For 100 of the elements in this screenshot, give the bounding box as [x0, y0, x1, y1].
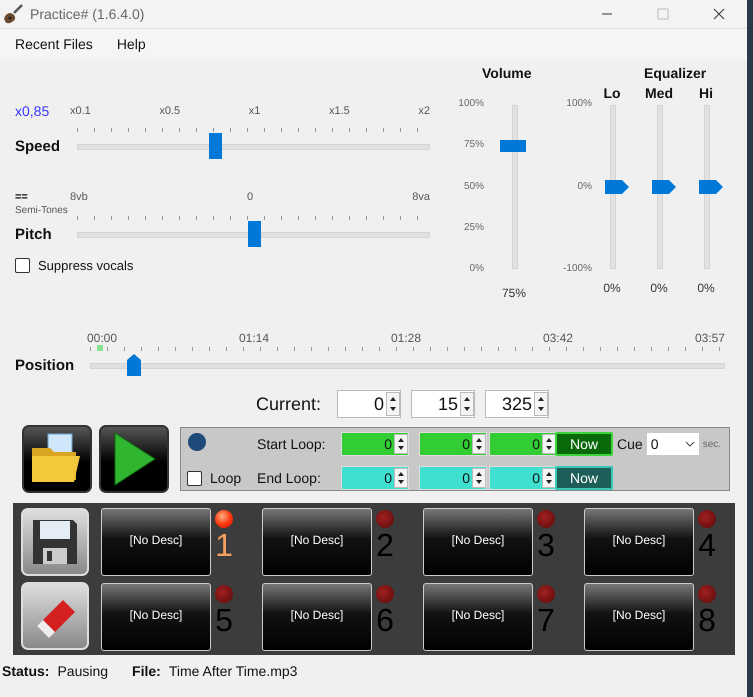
speed-value: x0,85: [15, 103, 50, 119]
slot-number: 2: [376, 528, 394, 564]
menu-item[interactable]: Recent Files: [15, 36, 93, 52]
checkbox[interactable]: [187, 470, 202, 486]
slider-thumb[interactable]: [127, 354, 142, 376]
close-icon[interactable]: [713, 8, 725, 20]
start-loop-label: Start Loop:: [257, 436, 326, 452]
scale-label: 100%: [565, 98, 592, 109]
memory-slot-button[interactable]: [No Desc]: [584, 583, 694, 651]
scale-label: 75%: [462, 139, 484, 150]
open-folder-button[interactable]: [22, 425, 92, 493]
number-field[interactable]: 0: [419, 432, 487, 456]
number-field[interactable]: 0: [419, 466, 487, 490]
status-label: Status:: [2, 663, 50, 679]
slot-number: 6: [376, 603, 394, 638]
spinner-arrows-icon[interactable]: [394, 434, 408, 454]
spinner-arrows-icon[interactable]: [542, 434, 556, 454]
tick-label: x1: [248, 105, 260, 117]
indicator-light-icon: [187, 432, 207, 452]
start-marker: [97, 345, 103, 351]
tick-label: 0: [246, 191, 254, 203]
file-label: File:: [132, 663, 161, 679]
spinner-arrows-icon[interactable]: [460, 392, 474, 416]
band-label: Med: [644, 85, 674, 101]
slider-thumb[interactable]: [699, 180, 723, 194]
slider-thumb[interactable]: [652, 180, 676, 194]
now-button[interactable]: Now: [555, 432, 613, 456]
slider-thumb[interactable]: [208, 133, 222, 159]
tick-label: x0.1: [70, 105, 91, 117]
memory-slot-button[interactable]: [No Desc]: [262, 508, 372, 576]
status-value: Pausing: [57, 663, 108, 679]
play-button[interactable]: [99, 425, 169, 493]
window-title: Practice# (1.6.4.0): [30, 6, 146, 22]
speed-label: Speed: [15, 138, 62, 154]
current-label: Current:: [256, 394, 322, 414]
slot-number: 8: [698, 603, 716, 638]
scale-label: 25%: [462, 222, 484, 233]
memory-slot-button[interactable]: [No Desc]: [423, 508, 533, 576]
tick-label: 8vb: [70, 191, 88, 203]
number-field[interactable]: 0: [489, 466, 557, 490]
scale-label: 50%: [462, 180, 484, 192]
number-field[interactable]: 0: [341, 432, 409, 456]
time-label: 00:00: [87, 331, 118, 345]
slot-number: 3: [537, 528, 555, 564]
save-button[interactable]: [21, 508, 89, 576]
slot-number: 1: [215, 528, 233, 564]
number-field[interactable]: 0: [489, 432, 557, 456]
scale-label: 0%: [468, 263, 484, 274]
tick-label: x1.5: [328, 105, 350, 117]
now-button[interactable]: Now: [555, 466, 613, 490]
chevron-down-icon: [684, 441, 695, 447]
memory-slot-button[interactable]: [No Desc]: [423, 583, 533, 651]
number-field[interactable]: 0: [341, 466, 409, 490]
file-name: Time After Time.mp3: [168, 663, 298, 679]
checkbox-label: Loop: [210, 470, 242, 486]
band-reading: 0%: [649, 281, 669, 295]
tick-label: x0.5: [159, 105, 180, 117]
memory-slot-button[interactable]: [No Desc]: [584, 508, 694, 576]
unit-label: sec.: [702, 438, 722, 450]
band-reading: 0%: [602, 281, 622, 295]
scale-label: 0%: [576, 180, 592, 192]
tick-label: x2: [418, 105, 430, 117]
slider-thumb[interactable]: [500, 140, 526, 152]
slider-thumb[interactable]: [605, 180, 629, 194]
number-field[interactable]: 0: [337, 390, 402, 418]
slot-number: 4: [698, 528, 716, 564]
position-label: Position: [15, 356, 76, 374]
band-label: Lo: [602, 85, 622, 101]
memory-slot-button[interactable]: [No Desc]: [101, 583, 211, 651]
eraser-button[interactable]: [21, 582, 89, 650]
pitch-label: Pitch: [15, 226, 53, 242]
memory-slot-button[interactable]: [No Desc]: [101, 508, 211, 576]
slider-thumb[interactable]: [248, 221, 260, 247]
spinner-arrows-icon[interactable]: [394, 468, 408, 488]
guitar-icon: [2, 3, 24, 25]
spinner-arrows-icon[interactable]: [472, 434, 486, 454]
time-label: 03:57: [694, 331, 725, 345]
scale-label: -100%: [562, 263, 592, 274]
unit-label: Semi-Tones: [15, 205, 69, 216]
menu-item[interactable]: Help: [116, 36, 146, 52]
spinner-arrows-icon[interactable]: [534, 392, 548, 416]
number-field[interactable]: 15: [411, 390, 476, 418]
tick-label: 8va: [412, 191, 430, 203]
scale-label: 100%: [457, 98, 484, 109]
end-loop-label: End Loop:: [257, 470, 322, 486]
time-label: 01:28: [390, 331, 421, 345]
time-label: 03:42: [542, 331, 573, 345]
volume-reading: 75%: [500, 286, 528, 300]
volume-title: Volume: [482, 65, 533, 83]
spinner-arrows-icon[interactable]: [386, 392, 400, 416]
slot-number: 5: [215, 603, 233, 638]
spinner-arrows-icon[interactable]: [542, 468, 556, 488]
checkbox[interactable]: [15, 258, 30, 273]
memory-slot-button[interactable]: [No Desc]: [262, 583, 372, 651]
cue-dropdown[interactable]: 0: [646, 433, 699, 455]
equalizer-title: Equalizer: [644, 65, 708, 83]
checkbox-label: Suppress vocals: [38, 258, 134, 273]
number-field[interactable]: 325: [485, 390, 550, 418]
time-label: 01:14: [238, 331, 270, 345]
spinner-arrows-icon[interactable]: [472, 468, 486, 488]
